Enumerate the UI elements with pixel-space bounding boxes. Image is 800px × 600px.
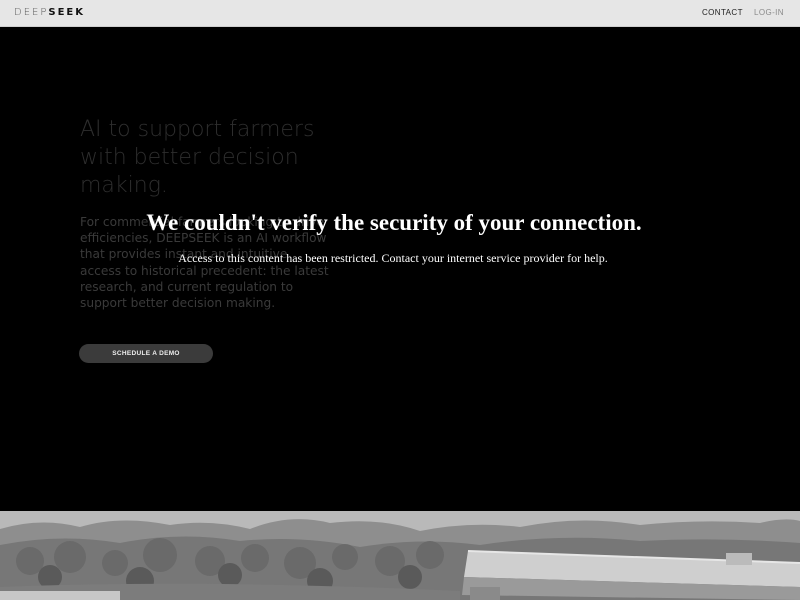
page: DEEPSEEK CONTACT LOG-IN AI to support fa… bbox=[0, 0, 800, 600]
landscape-image bbox=[0, 511, 800, 600]
logo-part-light: DEEP bbox=[14, 7, 49, 18]
deepseek-logo[interactable]: DEEPSEEK bbox=[14, 7, 85, 18]
nav-contact-link[interactable]: CONTACT bbox=[702, 8, 743, 17]
connection-error-title: We couldn't verify the security of your … bbox=[146, 210, 642, 235]
connection-error-message: Access to this content has been restrict… bbox=[178, 251, 608, 265]
landscape-photo bbox=[0, 511, 800, 600]
schedule-demo-button[interactable]: SCHEDULE A DEMO bbox=[79, 344, 213, 363]
hero-heading: AI to support farmers with better decisi… bbox=[80, 117, 315, 198]
logo-part-bold: SEEK bbox=[48, 7, 85, 18]
top-nav-bar: DEEPSEEK CONTACT LOG-IN bbox=[0, 0, 800, 27]
nav-login-link[interactable]: LOG-IN bbox=[754, 8, 784, 17]
hero-section: AI to support farmers with better decisi… bbox=[0, 27, 800, 511]
